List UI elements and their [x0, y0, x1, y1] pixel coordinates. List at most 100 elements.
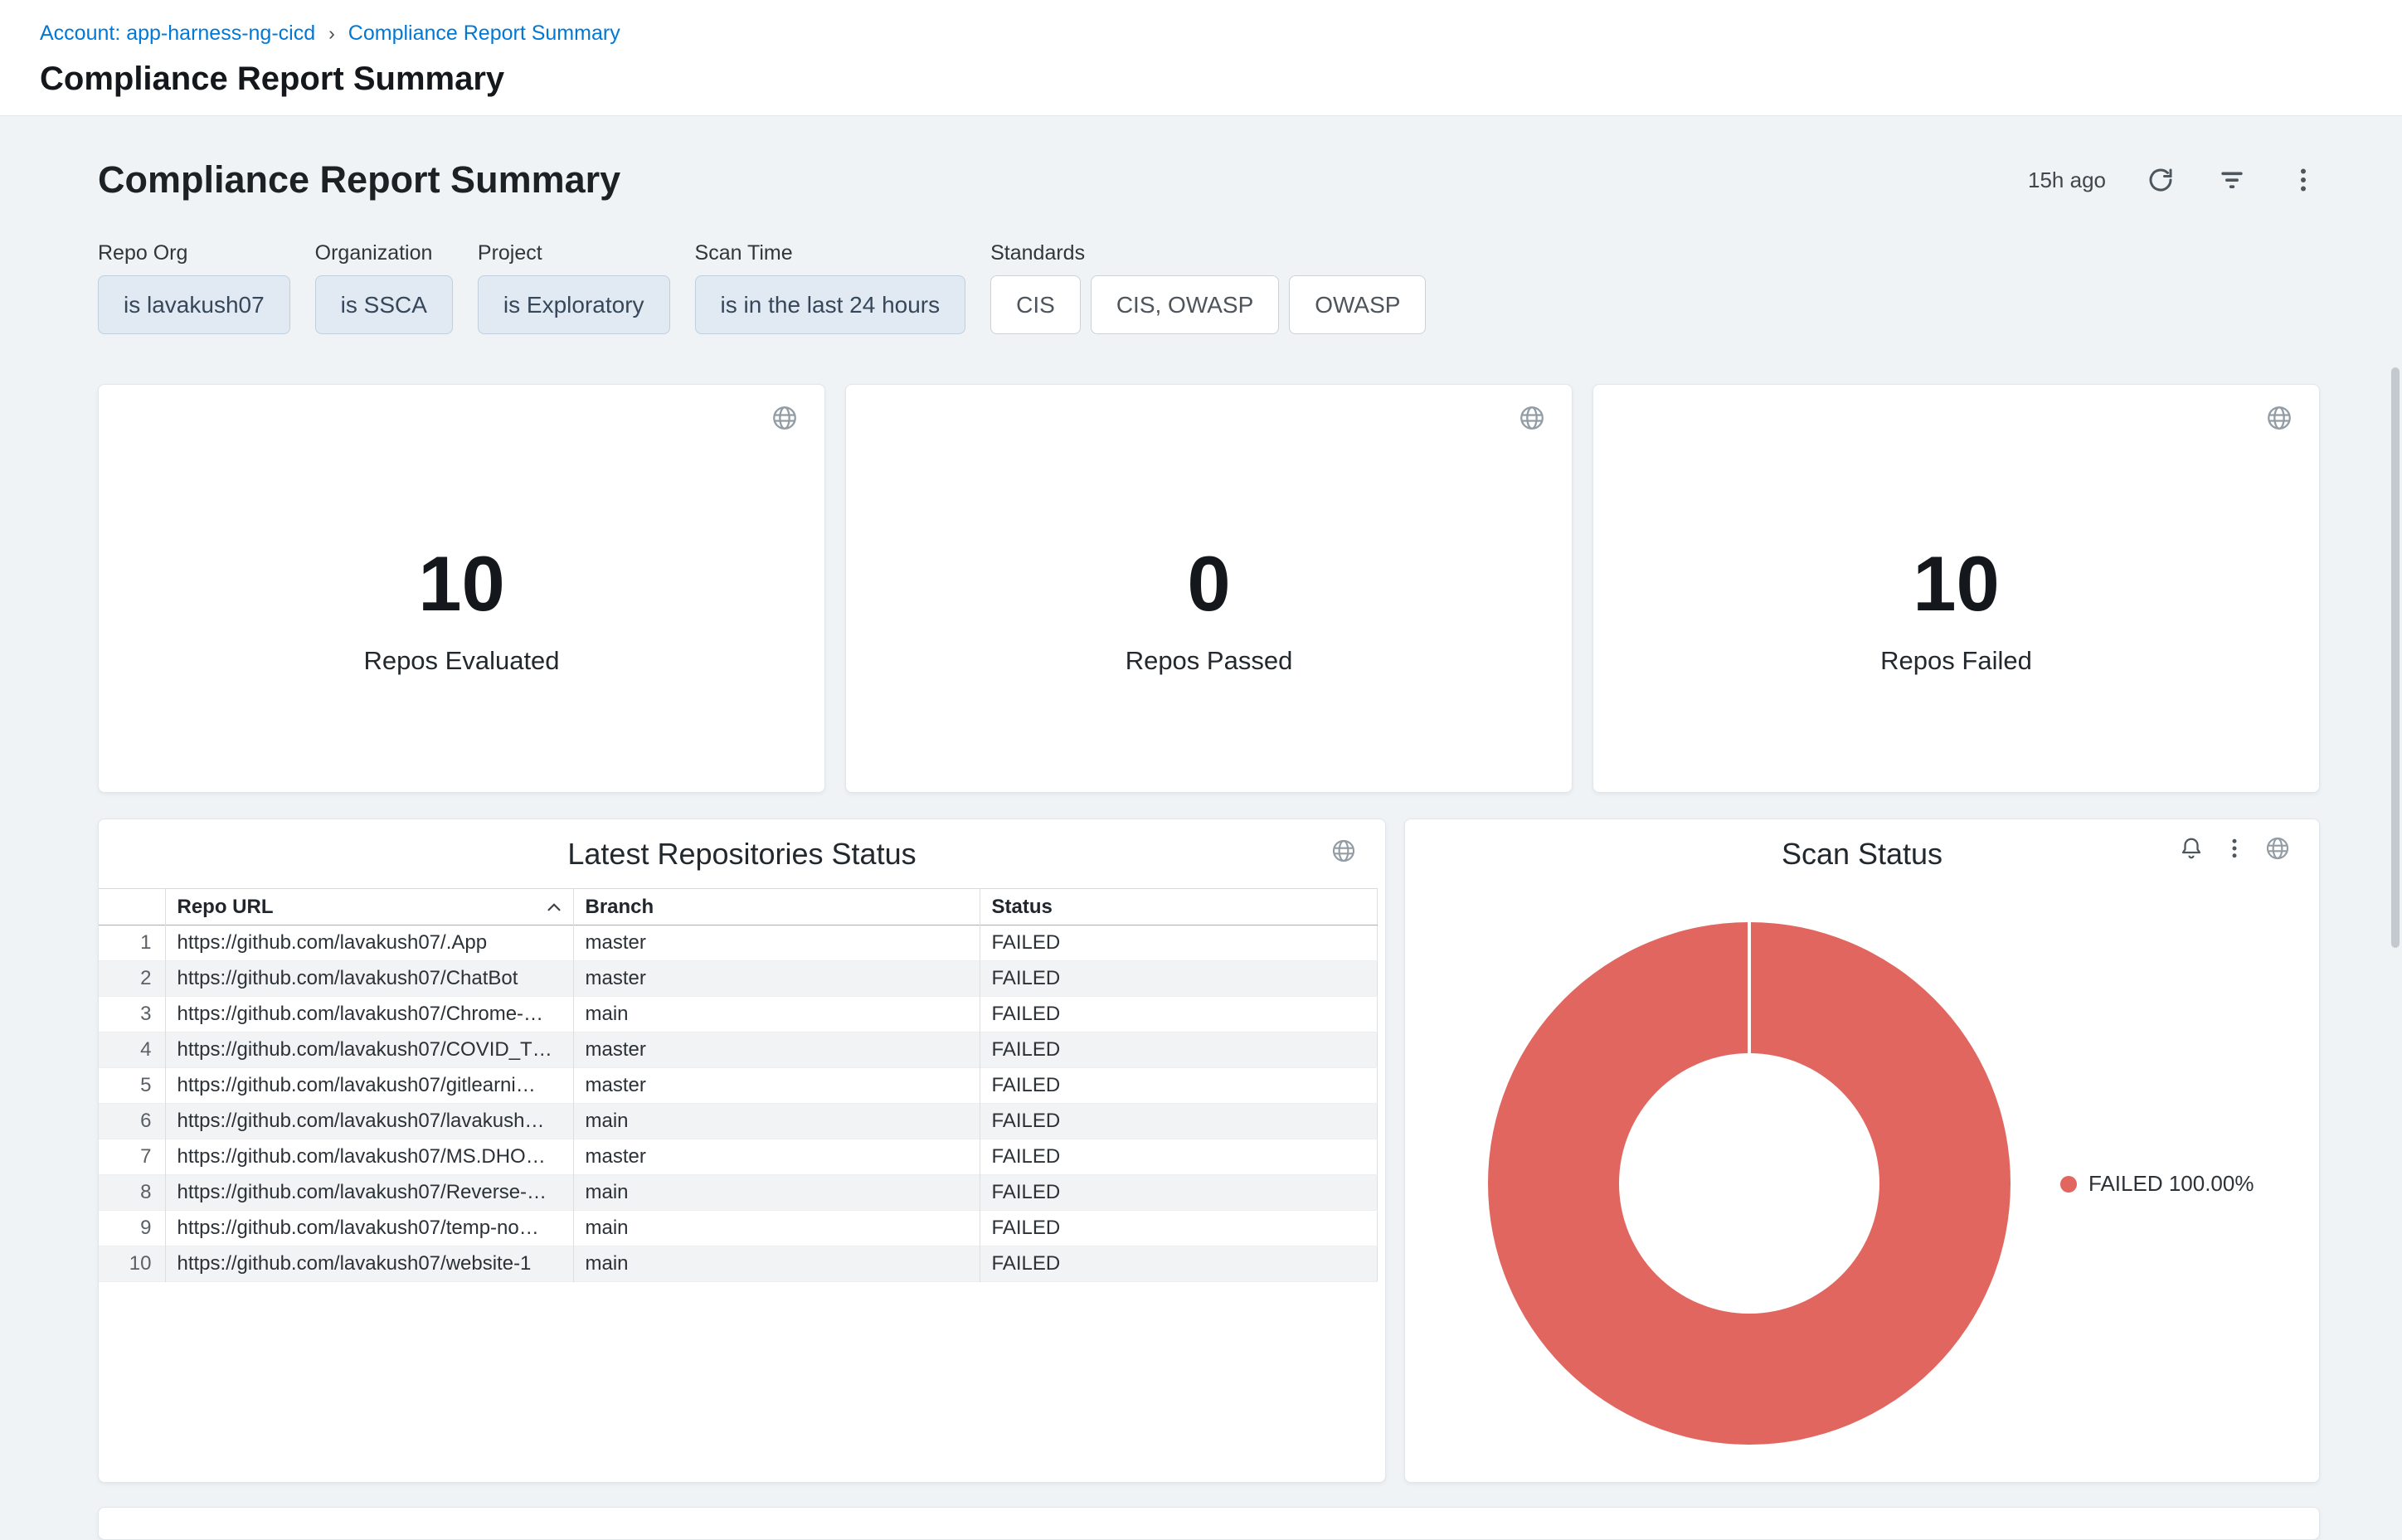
globe-icon — [1518, 404, 1546, 432]
filter-label-scan-time: Scan Time — [695, 241, 966, 265]
branch-column-header[interactable]: Branch — [573, 889, 980, 925]
repo-url-cell: https://github.com/lavakush07/lavakush… — [165, 1104, 573, 1139]
table-row: 4 https://github.com/lavakush07/COVID_T…… — [99, 1032, 1378, 1068]
branch-cell: master — [573, 1139, 980, 1175]
branch-cell: master — [573, 1032, 980, 1068]
breadcrumb-account-link[interactable]: Account: app-harness-ng-cicd — [40, 22, 315, 46]
legend-dot-failed — [2060, 1176, 2077, 1193]
row-index: 5 — [99, 1068, 165, 1104]
vertical-scrollbar-thumb[interactable] — [2391, 367, 2400, 948]
stat-label: Repos Failed — [1880, 646, 2032, 676]
scan-status-chart — [1488, 922, 2011, 1445]
branch-cell: main — [573, 997, 980, 1032]
table-row: 6 https://github.com/lavakush07/lavakush… — [99, 1104, 1378, 1139]
globe-icon — [1330, 838, 1357, 864]
refresh-button[interactable] — [2144, 163, 2177, 197]
branch-cell: main — [573, 1104, 980, 1139]
globe-icon — [2265, 404, 2293, 432]
globe-icon — [2264, 835, 2291, 862]
row-index: 6 — [99, 1104, 165, 1139]
tile-explore-button[interactable] — [1327, 834, 1360, 867]
branch-header-label: Branch — [586, 896, 654, 918]
filter-label-standards: Standards — [990, 241, 1426, 265]
stat-label: Repos Evaluated — [363, 646, 559, 676]
kebab-icon — [2222, 836, 2247, 861]
tile-explore-button[interactable] — [2263, 834, 2292, 862]
next-card-partial — [98, 1507, 2320, 1540]
status-cell: FAILED — [980, 1175, 1378, 1211]
breadcrumb-current-link[interactable]: Compliance Report Summary — [348, 22, 620, 46]
tile-explore-button[interactable] — [1515, 401, 1549, 435]
refresh-icon — [2146, 165, 2176, 195]
repo-url-cell: https://github.com/lavakush07/MS.DHO… — [165, 1139, 573, 1175]
filter-chip-standards-cis[interactable]: CIS — [990, 275, 1081, 334]
breadcrumb: Account: app-harness-ng-cicd › Complianc… — [40, 22, 2402, 46]
filter-chip-project[interactable]: is Exploratory — [478, 275, 670, 334]
filter-group-project: Project is Exploratory — [478, 241, 670, 334]
repo-url-cell: https://github.com/lavakush07/Chrome-… — [165, 997, 573, 1032]
repos-passed-tile: 0 Repos Passed — [845, 384, 1573, 793]
branch-cell: master — [573, 925, 980, 961]
filter-button[interactable] — [2215, 163, 2249, 197]
dashboard-header: Compliance Report Summary 15h ago — [98, 158, 2320, 202]
repositories-table: Repo URL Branch Status — [99, 888, 1378, 1282]
branch-cell: master — [573, 1068, 980, 1104]
filter-chip-standards-owasp[interactable]: OWASP — [1289, 275, 1426, 334]
status-cell: FAILED — [980, 1032, 1378, 1068]
row-index: 3 — [99, 997, 165, 1032]
dashboard-menu-button[interactable] — [2287, 163, 2320, 197]
filter-label-organization: Organization — [315, 241, 453, 265]
table-header-row: Repo URL Branch Status — [99, 889, 1378, 925]
stat-tile-row: 10 Repos Evaluated 0 Repos Passed — [98, 384, 2320, 793]
repo-url-column-header[interactable]: Repo URL — [165, 889, 573, 925]
scan-card-menu-button[interactable] — [2220, 834, 2249, 862]
status-cell: FAILED — [980, 1139, 1378, 1175]
row-index: 9 — [99, 1211, 165, 1246]
stat-value: 10 — [418, 545, 505, 623]
index-column-header — [99, 889, 165, 925]
repo-url-header-label: Repo URL — [177, 896, 274, 918]
table-row: 8 https://github.com/lavakush07/Reverse-… — [99, 1175, 1378, 1211]
breadcrumb-separator: › — [328, 22, 335, 45]
filter-chip-repo-org[interactable]: is lavakush07 — [98, 275, 290, 334]
filter-bar: Repo Org is lavakush07 Organization is S… — [98, 241, 1426, 334]
repo-url-cell: https://github.com/lavakush07/ChatBot — [165, 961, 573, 997]
row-index: 7 — [99, 1139, 165, 1175]
filter-icon — [2216, 164, 2248, 196]
status-column-header[interactable]: Status — [980, 889, 1378, 925]
repo-url-cell: https://github.com/lavakush07/website-1 — [165, 1246, 573, 1282]
branch-cell: main — [573, 1175, 980, 1211]
kebab-icon — [2288, 165, 2318, 195]
globe-icon — [771, 404, 799, 432]
filter-label-repo-org: Repo Org — [98, 241, 290, 265]
filter-chip-organization[interactable]: is SSCA — [315, 275, 453, 334]
tile-explore-button[interactable] — [2263, 401, 2296, 435]
bell-icon — [2179, 836, 2204, 861]
alert-button[interactable] — [2177, 834, 2205, 862]
status-cell: FAILED — [980, 1104, 1378, 1139]
table-row: 1 https://github.com/lavakush07/.App mas… — [99, 925, 1378, 961]
page-title: Compliance Report Summary — [40, 61, 2402, 98]
repos-evaluated-tile: 10 Repos Evaluated — [98, 384, 825, 793]
status-cell: FAILED — [980, 961, 1378, 997]
filter-group-organization: Organization is SSCA — [315, 241, 453, 334]
filter-chip-standards-cis-owasp[interactable]: CIS, OWASP — [1091, 275, 1279, 334]
filter-group-scan-time: Scan Time is in the last 24 hours — [695, 241, 966, 334]
dashboard-actions: 15h ago — [2028, 163, 2320, 197]
branch-cell: main — [573, 1246, 980, 1282]
branch-cell: master — [573, 961, 980, 997]
repo-url-cell: https://github.com/lavakush07/gitlearni… — [165, 1068, 573, 1104]
legend-item-failed[interactable]: FAILED 100.00% — [2060, 1171, 2254, 1197]
status-header-label: Status — [992, 896, 1053, 918]
filter-label-project: Project — [478, 241, 670, 265]
scan-card-actions — [2177, 834, 2292, 862]
filter-chip-scan-time[interactable]: is in the last 24 hours — [695, 275, 966, 334]
table-row: 2 https://github.com/lavakush07/ChatBot … — [99, 961, 1378, 997]
repo-url-cell: https://github.com/lavakush07/temp-no… — [165, 1211, 573, 1246]
dashboard-area: Compliance Report Summary 15h ago — [0, 117, 2402, 1513]
bottom-card-row: Latest Repositories Status Repo URL — [98, 819, 2320, 1483]
tile-explore-button[interactable] — [768, 401, 801, 435]
table-card-title: Latest Repositories Status — [99, 819, 1385, 872]
donut-segment-failed[interactable] — [1488, 922, 2011, 1445]
repo-url-cell: https://github.com/lavakush07/.App — [165, 925, 573, 961]
